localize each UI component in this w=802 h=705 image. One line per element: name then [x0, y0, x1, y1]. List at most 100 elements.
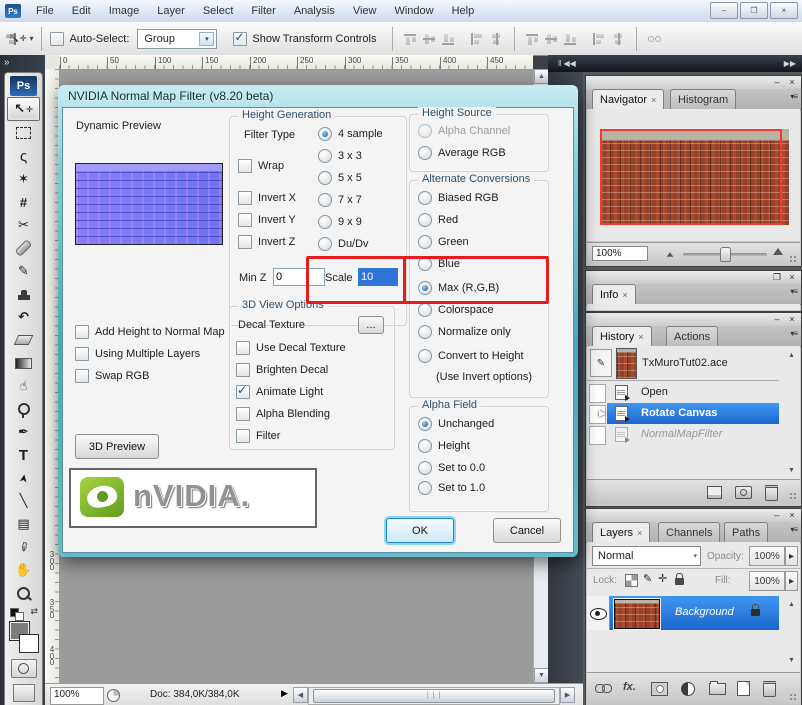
radio-biased-rgb[interactable] — [418, 191, 432, 205]
tool-hand[interactable]: ✋ — [8, 559, 39, 581]
tool-line-shape[interactable]: ╲ — [8, 490, 39, 512]
radio-normalize-only[interactable] — [418, 325, 432, 339]
tool-rectangular-marquee[interactable] — [8, 122, 39, 144]
tab-info[interactable]: Info × — [592, 284, 636, 304]
align-horizontal-centers-icon[interactable] — [488, 32, 505, 46]
panel-minimize-icon[interactable]: – — [771, 314, 783, 324]
tool-history-brush[interactable]: ↶ — [8, 306, 39, 328]
scroll-up-icon[interactable]: ▲ — [534, 69, 549, 84]
scale-input[interactable] — [358, 268, 398, 286]
panel-close-icon[interactable]: × — [786, 510, 798, 520]
lock-transparency-icon[interactable] — [625, 574, 638, 587]
radio-colorspace[interactable] — [418, 303, 432, 317]
history-state-open[interactable]: Open — [587, 382, 779, 403]
align-vertical-centers-icon[interactable] — [421, 32, 438, 46]
lock-all-icon[interactable] — [675, 578, 684, 585]
show-transform-checkbox[interactable] — [233, 32, 247, 46]
navigator-zoom-field[interactable]: 100% — [592, 246, 648, 261]
menu-help[interactable]: Help — [443, 2, 484, 20]
multiple-layers-checkbox[interactable] — [75, 347, 89, 361]
navigator-view-box[interactable] — [600, 129, 782, 225]
history-source-checkbox[interactable] — [589, 384, 606, 403]
panel-resize-grip[interactable] — [789, 693, 798, 702]
radio-set-to-0[interactable] — [418, 461, 432, 475]
scroll-up-icon[interactable]: ▲ — [785, 349, 798, 361]
cancel-button[interactable]: Cancel — [493, 518, 561, 543]
quick-mask-button[interactable] — [11, 659, 37, 678]
filter-type-5x5-row[interactable]: 5 x 5 — [318, 171, 362, 185]
swap-colors-icon[interactable]: ⇄ — [30, 606, 38, 617]
tab-navigator[interactable]: Navigator × — [592, 89, 664, 109]
multiple-layers-checkbox-row[interactable]: Using Multiple Layers — [75, 347, 200, 361]
distribute-left-edges-icon[interactable] — [591, 32, 608, 46]
radio-4-sample[interactable] — [318, 127, 332, 141]
set-to-1-row[interactable]: Set to 1.0 — [418, 481, 485, 495]
swap-rgb-checkbox[interactable] — [75, 369, 89, 383]
radio-alpha-channel[interactable] — [418, 124, 432, 138]
radio-max-rgb[interactable] — [418, 281, 432, 295]
convert-to-height-row[interactable]: Convert to Height — [418, 349, 524, 363]
min-z-input[interactable] — [273, 268, 325, 286]
tool-crop[interactable]: # — [8, 191, 39, 213]
tool-eraser[interactable] — [8, 329, 39, 351]
new-layer-icon[interactable] — [737, 681, 750, 696]
tool-smudge[interactable]: ☝ — [8, 375, 39, 397]
lock-pixels-icon[interactable]: ✎ — [643, 572, 652, 585]
auto-select-checkbox[interactable] — [50, 32, 64, 46]
filter-type-4sample-row[interactable]: 4 sample — [318, 127, 383, 141]
tool-gradient[interactable] — [8, 352, 39, 374]
menu-analysis[interactable]: Analysis — [285, 2, 344, 20]
history-state-normalmapfilter[interactable]: NormalMapFilter — [587, 424, 779, 445]
radio-set-to-1[interactable] — [418, 481, 432, 495]
biased-rgb-row[interactable]: Biased RGB — [418, 191, 499, 205]
new-group-icon[interactable] — [709, 683, 726, 695]
scroll-up-icon[interactable]: ▲ — [785, 598, 798, 610]
adjustment-layer-icon[interactable] — [681, 682, 695, 696]
brighten-decal-checkbox[interactable] — [236, 363, 250, 377]
radio-3x3[interactable] — [318, 149, 332, 163]
wrap-row[interactable]: Wrap — [238, 159, 284, 173]
layer-style-icon[interactable]: fx. — [623, 681, 636, 693]
menu-window[interactable]: Window — [385, 2, 442, 20]
scroll-down-icon[interactable]: ▼ — [785, 654, 798, 666]
window-minimize-icon[interactable]: – — [710, 2, 738, 19]
zoom-slider-thumb[interactable] — [720, 247, 731, 262]
panel-restore-icon[interactable]: ❐ — [771, 272, 783, 282]
radio-height[interactable] — [418, 439, 432, 453]
max-rgb-row[interactable]: Max (R,G,B) — [418, 281, 499, 295]
tool-eyedropper[interactable]: ✑ — [8, 536, 39, 558]
wrap-checkbox[interactable] — [238, 159, 252, 173]
opacity-value[interactable]: 100% — [749, 546, 785, 566]
radio-green[interactable] — [418, 235, 432, 249]
opacity-slider-arrow-icon[interactable]: ▸ — [785, 546, 798, 566]
add-height-checkbox[interactable] — [75, 325, 89, 339]
menu-image[interactable]: Image — [100, 2, 149, 20]
invert-z-checkbox[interactable] — [238, 235, 252, 249]
tool-clone-stamp[interactable] — [8, 283, 39, 305]
distribute-horizontal-centers-icon[interactable] — [610, 32, 627, 46]
tab-history[interactable]: History × — [592, 326, 652, 346]
panel-resize-grip[interactable] — [789, 492, 798, 501]
filter-type-3x3-row[interactable]: 3 x 3 — [318, 149, 362, 163]
filter-type-7x7-row[interactable]: 7 x 7 — [318, 193, 362, 207]
set-to-0-row[interactable]: Set to 0.0 — [418, 461, 485, 475]
invert-y-checkbox[interactable] — [238, 213, 252, 227]
panel-menu-icon[interactable]: ▾≡ — [790, 287, 797, 296]
tab-actions[interactable]: Actions — [666, 326, 718, 346]
alpha-channel-row[interactable]: Alpha Channel — [418, 124, 510, 138]
radio-unchanged[interactable] — [418, 417, 432, 431]
snapshot-name[interactable]: TxMuroTut02.ace — [642, 357, 728, 369]
tab-close-icon[interactable]: × — [638, 332, 643, 342]
zoom-in-icon[interactable] — [773, 248, 783, 255]
align-top-edges-icon[interactable] — [402, 32, 419, 46]
panel-close-icon[interactable]: × — [786, 272, 798, 282]
panel-minimize-icon[interactable]: – — [771, 510, 783, 520]
distribute-right-edges-icon[interactable] — [1, 32, 18, 46]
align-bottom-edges-icon[interactable] — [440, 32, 457, 46]
panel-resize-grip[interactable] — [789, 255, 798, 264]
visibility-cell[interactable] — [587, 596, 610, 630]
3d-preview-button[interactable]: 3D Preview — [75, 434, 159, 459]
invert-y-row[interactable]: Invert Y — [238, 213, 296, 227]
eye-icon[interactable] — [590, 608, 607, 620]
menu-filter[interactable]: Filter — [242, 2, 284, 20]
